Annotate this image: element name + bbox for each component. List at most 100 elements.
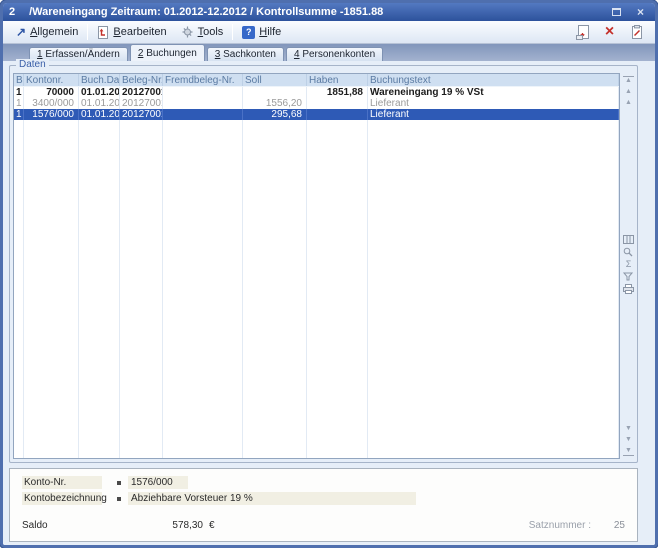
arrow-ne-icon: ↗: [16, 27, 26, 37]
table-header: B Kontonr. Buch.Datum Beleg-Nr. Fremdbel…: [14, 74, 619, 87]
menu-separator: [232, 24, 233, 40]
cell-belegnr: 20127001: [120, 87, 163, 98]
field-bullet-icon: [117, 481, 121, 485]
page-down-button[interactable]: ▼: [623, 436, 634, 444]
cell-haben: [307, 109, 368, 120]
menu-label: Allgemein: [30, 26, 78, 38]
cell-buchdatum: 01.01.2012: [79, 98, 120, 109]
menubar: ↗ Allgemein Bearbeiten Tools ? Hilfe: [3, 21, 655, 44]
exit-page-icon: [576, 25, 589, 40]
column-header-b[interactable]: B: [14, 74, 24, 86]
detail-panel: Konto-Nr. 1576/000 Kontobezeichnung Abzi…: [9, 468, 638, 542]
cell-haben: 1851,88: [307, 87, 368, 98]
restore-icon: [612, 8, 621, 16]
kontobezeichnung-value: Abziehbare Vorsteuer 19 %: [128, 492, 416, 505]
filter-button[interactable]: [623, 272, 634, 281]
column-header-soll[interactable]: Soll: [243, 74, 307, 86]
print-button[interactable]: [623, 284, 634, 294]
menu-label: Tools: [198, 26, 224, 38]
column-header-buchungstext[interactable]: Buchungstext: [368, 74, 619, 86]
satznummer-label: Satznummer :: [529, 520, 591, 531]
window-number: 2: [9, 6, 15, 18]
konto-nr-value: 1576/000: [128, 476, 188, 489]
cell-buchungstext: Lieferant: [368, 98, 619, 109]
menu-item-tools[interactable]: Tools: [174, 24, 231, 40]
konto-nr-label: Konto-Nr.: [22, 476, 102, 489]
column-header-fremdbelegnr[interactable]: Fremdbeleg-Nr.: [163, 74, 243, 86]
cell-fremdbelegnr: [163, 109, 243, 120]
delete-button[interactable]: ×: [601, 24, 618, 41]
tools-gear-icon: [181, 26, 194, 38]
field-bullet-icon: [117, 497, 121, 501]
sum-button[interactable]: Σ: [623, 260, 634, 269]
menu-label: Bearbeiten: [113, 26, 166, 38]
paste-page-icon: [631, 25, 643, 39]
menu-item-bearbeiten[interactable]: Bearbeiten: [90, 24, 173, 41]
menu-item-allgemein[interactable]: ↗ Allgemein: [9, 24, 85, 40]
search-button[interactable]: [623, 247, 634, 257]
cell-b: 1: [14, 87, 24, 98]
cell-buchungstext: Lieferant: [368, 109, 619, 120]
close-icon: ×: [637, 7, 644, 17]
bookings-table: B Kontonr. Buch.Datum Beleg-Nr. Fremdbel…: [13, 73, 620, 459]
tabstrip: 1 Erfassen/Ändern 2 Buchungen 3 Sachkont…: [3, 44, 655, 61]
cell-b: 1: [14, 98, 24, 109]
table-row[interactable]: 1 3400/000 01.01.2012 20127001 1556,20 L…: [14, 98, 619, 109]
saldo-label: Saldo: [22, 520, 153, 531]
prev-record-button[interactable]: ▲: [623, 99, 634, 107]
menu-separator: [87, 24, 88, 40]
close-window-button[interactable]: ×: [632, 4, 649, 21]
column-header-kontonr[interactable]: Kontonr.: [24, 74, 79, 86]
cell-belegnr: 20127001: [120, 109, 163, 120]
cell-fremdbelegnr: [163, 87, 243, 98]
cell-belegnr: 20127001: [120, 98, 163, 109]
table-row[interactable]: 1 70000 01.01.2012 20127001 1851,88 Ware…: [14, 87, 619, 98]
restore-button[interactable]: [608, 4, 625, 21]
cell-soll: 1556,20: [243, 98, 307, 109]
cell-soll: 295,68: [243, 109, 307, 120]
saldo-row: Saldo 578,30 € Satznummer : 25: [22, 519, 625, 532]
content-area: Daten B Kontonr. Buch.Datum Beleg-Nr. Fr…: [3, 61, 655, 545]
next-record-button[interactable]: ▼: [623, 425, 634, 433]
column-settings-button[interactable]: [623, 235, 634, 244]
cell-kontonr: 3400/000: [24, 98, 79, 109]
cell-soll: [243, 87, 307, 98]
help-icon: ?: [242, 26, 255, 39]
copy-booking-button[interactable]: [628, 24, 645, 41]
empty-rows: [14, 120, 619, 458]
cell-buchdatum: 01.01.2012: [79, 109, 120, 120]
cell-kontonr: 1576/000: [24, 109, 79, 120]
table-row-selected[interactable]: 1 1576/000 01.01.2012 20127001 295,68 Li…: [14, 109, 619, 120]
cell-b: 1: [14, 109, 24, 120]
tab-personenkonten[interactable]: 4 Personenkonten: [286, 47, 383, 61]
currency-symbol: €: [209, 520, 215, 531]
menu-label: Hilfe: [259, 26, 281, 38]
leave-mask-button[interactable]: [574, 24, 591, 41]
edit-page-icon: [97, 26, 109, 39]
tab-buchungen[interactable]: 2 Buchungen: [130, 44, 205, 61]
cell-buchdatum: 01.01.2012: [79, 87, 120, 98]
column-header-haben[interactable]: Haben: [307, 74, 368, 86]
table-nav-strip: ▲ ▲ ▲ Σ: [622, 74, 635, 458]
cell-buchungstext: Wareneingang 19 % VSt: [368, 87, 619, 98]
tab-sachkonten[interactable]: 3 Sachkonten: [207, 47, 284, 61]
page-up-button[interactable]: ▲: [623, 88, 634, 96]
saldo-value: 578,30: [153, 520, 203, 531]
first-record-button[interactable]: ▲: [623, 76, 634, 85]
satznummer-value: 25: [591, 520, 625, 531]
menu-item-hilfe[interactable]: ? Hilfe: [235, 24, 288, 41]
daten-groupbox: Daten B Kontonr. Buch.Datum Beleg-Nr. Fr…: [9, 65, 638, 463]
groupbox-label: Daten: [16, 59, 49, 71]
column-header-buchdatum[interactable]: Buch.Datum: [79, 74, 120, 86]
cell-kontonr: 70000: [24, 87, 79, 98]
cell-fremdbelegnr: [163, 98, 243, 109]
column-header-belegnr[interactable]: Beleg-Nr.: [120, 74, 163, 86]
kontobezeichnung-row: Kontobezeichnung Abziehbare Vorsteuer 19…: [22, 492, 416, 505]
window-title: /Wareneingang Zeitraum: 01.2012-12.2012 …: [29, 6, 608, 18]
cell-haben: [307, 98, 368, 109]
titlebar: 2 /Wareneingang Zeitraum: 01.2012-12.201…: [3, 3, 655, 21]
delete-x-icon: ×: [605, 25, 614, 39]
last-record-button[interactable]: ▼: [623, 447, 634, 456]
kontobezeichnung-label: Kontobezeichnung: [22, 492, 102, 505]
app-window: 2 /Wareneingang Zeitraum: 01.2012-12.201…: [0, 0, 658, 548]
